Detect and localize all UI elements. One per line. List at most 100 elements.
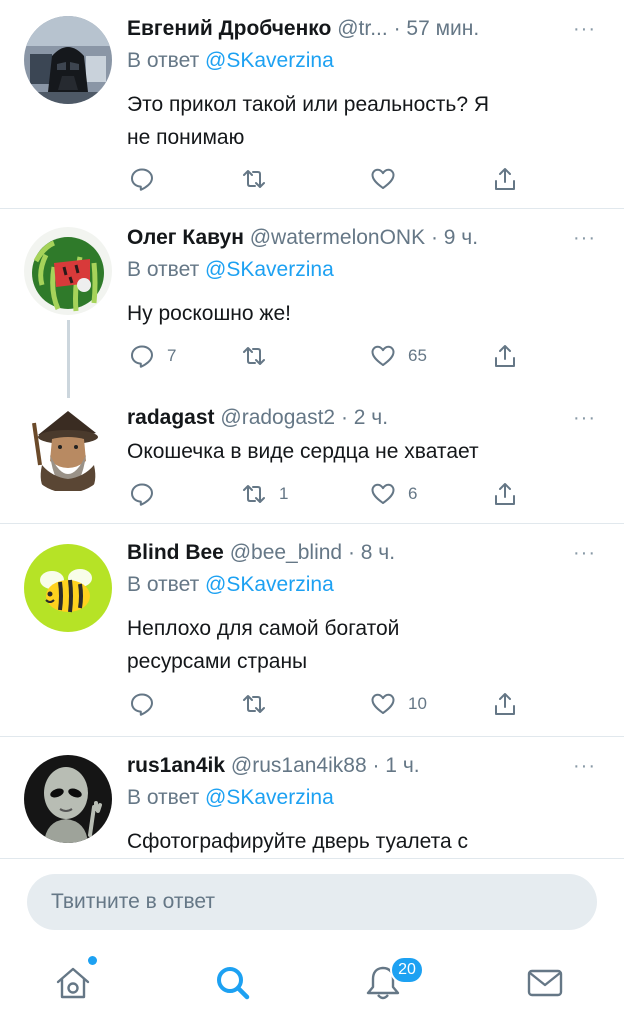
- author-name[interactable]: radagast: [127, 406, 215, 429]
- tweet[interactable]: Олег Кавун @watermelonONK · 9 ч. ··· В о…: [0, 209, 624, 389]
- tweet[interactable]: rus1an4ik @rus1an4ik88 · 1 ч. ··· В отве…: [0, 737, 624, 858]
- tweet[interactable]: radagast @radogast2 · 2 ч. ··· Окошечка …: [0, 389, 624, 523]
- tweet-text: Сфотографируйте дверь туалета с: [127, 825, 604, 858]
- reply-to-link[interactable]: @SKaverzina: [205, 258, 334, 281]
- heart-icon: [371, 693, 395, 714]
- more-options-icon[interactable]: ···: [573, 403, 596, 433]
- reply-to-link[interactable]: @SKaverzina: [205, 573, 334, 596]
- author-name[interactable]: Евгений Дробченко: [127, 17, 331, 40]
- wizard-avatar[interactable]: [24, 405, 112, 493]
- retweet-icon: [243, 170, 265, 188]
- reply-context: В ответ @SKaverzina: [127, 570, 604, 600]
- like-count: 10: [408, 694, 427, 713]
- like-button[interactable]: [370, 164, 408, 194]
- search-icon: [217, 967, 250, 1000]
- retweet-button[interactable]: 1: [241, 479, 288, 509]
- tweet-header: Евгений Дробченко @tr... · 57 мин. ···: [127, 14, 604, 44]
- reply-prefix: В ответ: [127, 258, 200, 281]
- tweet[interactable]: Blind Bee @bee_blind · 8 ч. ··· В ответ …: [0, 524, 624, 736]
- author-handle[interactable]: @radogast2: [220, 406, 335, 429]
- like-count: 6: [408, 484, 418, 503]
- bee-avatar[interactable]: [24, 544, 112, 632]
- reply-button[interactable]: [129, 164, 167, 194]
- reply-prefix: В ответ: [127, 786, 200, 809]
- new-content-indicator: [88, 956, 97, 965]
- tab-notifications[interactable]: 20: [358, 956, 424, 1008]
- tweet-text-line: Сфотографируйте дверь туалета с: [127, 830, 469, 853]
- retweet-button[interactable]: [241, 341, 279, 371]
- retweet-button[interactable]: [241, 689, 279, 719]
- reply-icon: [131, 483, 153, 506]
- more-options-icon[interactable]: ···: [573, 14, 596, 44]
- tweet-time: · 9 ч.: [430, 226, 479, 249]
- like-button[interactable]: 10: [370, 689, 427, 719]
- author-name[interactable]: Blind Bee: [127, 541, 224, 564]
- darth-vader-avatar[interactable]: [24, 16, 112, 104]
- reply-button[interactable]: 7: [129, 341, 176, 371]
- more-options-icon[interactable]: ···: [573, 223, 596, 253]
- tweet-actions: 7 65: [127, 341, 527, 371]
- reply-count: 7: [167, 346, 177, 365]
- reply-input[interactable]: Твитните в ответ: [27, 874, 597, 930]
- tweet[interactable]: Евгений Дробченко @tr... · 57 мин. ··· В…: [0, 0, 624, 208]
- tweet-text-line: не понимаю: [127, 126, 245, 149]
- share-button[interactable]: [492, 689, 518, 719]
- tweet-actions: 10: [127, 689, 527, 719]
- more-options-icon[interactable]: ···: [573, 751, 596, 781]
- heart-icon: [371, 483, 395, 504]
- tweet-header: rus1an4ik @rus1an4ik88 · 1 ч. ···: [127, 751, 604, 781]
- tweet-time: · 2 ч.: [340, 406, 389, 429]
- tweet-header: radagast @radogast2 · 2 ч. ···: [127, 403, 604, 433]
- tweet-header: Олег Кавун @watermelonONK · 9 ч. ···: [127, 223, 604, 253]
- share-button[interactable]: [492, 164, 518, 194]
- author-handle[interactable]: @tr...: [337, 17, 388, 40]
- tweet-text: Окошечка в виде сердца не хватает: [127, 435, 604, 468]
- heart-icon: [371, 168, 395, 189]
- reply-prefix: В ответ: [127, 49, 200, 72]
- share-icon: [495, 483, 515, 505]
- tab-home[interactable]: [48, 956, 98, 1008]
- tweet-text-line: Это прикол такой или реальность? Я: [127, 93, 490, 116]
- more-options-icon[interactable]: ···: [573, 538, 596, 568]
- retweet-count: 1: [279, 484, 289, 503]
- tweet-actions: 1 6: [127, 479, 527, 509]
- share-icon: [495, 345, 515, 367]
- share-icon: [495, 693, 515, 715]
- retweet-button[interactable]: [241, 164, 279, 194]
- reply-icon: [131, 168, 153, 191]
- reply-context: В ответ @SKaverzina: [127, 255, 604, 285]
- reply-to-link[interactable]: @SKaverzina: [205, 786, 334, 809]
- notification-badge: 20: [390, 956, 424, 984]
- bottom-tab-bar: 20: [0, 944, 624, 1024]
- reply-button[interactable]: [129, 689, 167, 719]
- like-button[interactable]: 6: [370, 479, 417, 509]
- tweet-time: · 1 ч.: [372, 754, 420, 777]
- reply-prefix: В ответ: [127, 573, 200, 596]
- tweet-header: Blind Bee @bee_blind · 8 ч. ···: [127, 538, 604, 568]
- alien-avatar[interactable]: [24, 755, 112, 843]
- retweet-icon: [243, 695, 265, 713]
- share-button[interactable]: [492, 341, 518, 371]
- watermelon-avatar[interactable]: [24, 227, 112, 315]
- reply-button[interactable]: [129, 479, 167, 509]
- tweet-text: Это прикол такой или реальность? Я не по…: [127, 88, 604, 154]
- tweet-actions: [127, 164, 527, 194]
- reply-to-link[interactable]: @SKaverzina: [205, 49, 334, 72]
- tweet-text-line: ресурсами страны: [127, 650, 308, 673]
- author-handle[interactable]: @bee_blind: [230, 541, 342, 564]
- tab-messages[interactable]: [520, 958, 570, 1008]
- author-name[interactable]: Олег Кавун: [127, 226, 244, 249]
- like-button[interactable]: 65: [370, 341, 427, 371]
- tweet-text: Ну роскошно же!: [127, 297, 604, 330]
- like-count: 65: [408, 346, 427, 365]
- author-handle[interactable]: @rus1an4ik88: [231, 754, 367, 777]
- author-handle[interactable]: @watermelonONK: [250, 226, 425, 249]
- tweet-text-line: Ну роскошно же!: [127, 302, 291, 325]
- tab-search[interactable]: [208, 958, 258, 1008]
- author-name[interactable]: rus1an4ik: [127, 754, 225, 777]
- share-button[interactable]: [492, 479, 518, 509]
- reply-feed[interactable]: Евгений Дробченко @tr... · 57 мин. ··· В…: [0, 0, 624, 858]
- tweet-text-line: Окошечка в виде сердца не хватает: [127, 440, 479, 463]
- compose-reply-bar: Твитните в ответ: [0, 858, 624, 944]
- retweet-icon: [243, 347, 265, 365]
